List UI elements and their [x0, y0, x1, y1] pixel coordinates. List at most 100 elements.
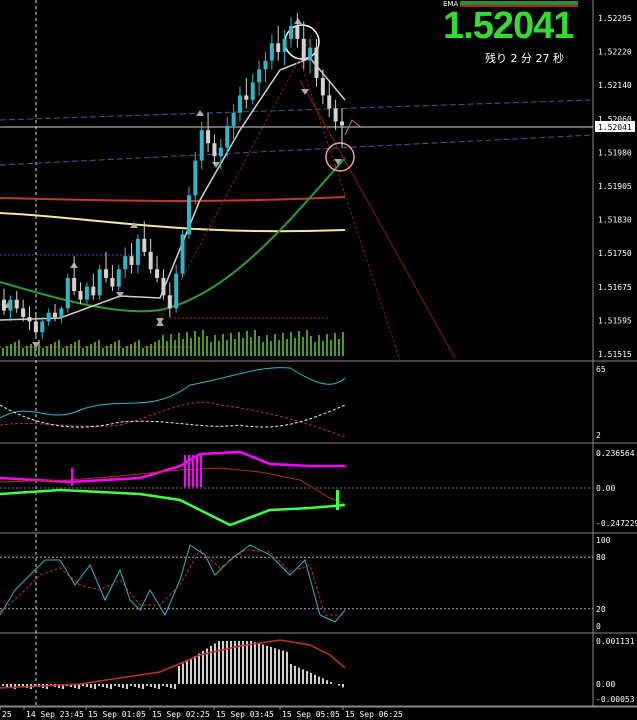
rsi-tick-top: 65 — [596, 365, 606, 374]
price-tick-label: 1.52140 — [598, 81, 632, 90]
volume-bar — [258, 336, 260, 356]
osma-bar — [142, 684, 144, 689]
volume-bar — [322, 341, 324, 356]
osma-bar — [262, 644, 264, 684]
volume-bar — [222, 334, 224, 356]
osma-bar — [314, 674, 316, 684]
osma-bar — [126, 684, 128, 689]
time-tick-label: 15 Sep 06:25 — [345, 710, 403, 719]
volume-bar — [82, 348, 84, 356]
volume-bar — [158, 340, 160, 356]
osma-bar — [326, 680, 328, 684]
candle-body — [244, 95, 249, 100]
osma-bar — [186, 661, 188, 684]
volume-bar — [290, 332, 292, 356]
osma-bar — [294, 665, 296, 684]
osma-bar — [94, 684, 96, 689]
osma-bar — [310, 673, 312, 684]
volume-bar — [166, 341, 168, 356]
candle-body — [295, 25, 300, 39]
macd-spike-bar — [200, 455, 202, 487]
osma-bar — [342, 684, 344, 688]
time-tick-label: 25 — [2, 710, 12, 719]
candle-body — [84, 286, 89, 300]
osma-bar — [218, 641, 220, 684]
candle-body — [46, 312, 51, 322]
volume-bar — [338, 339, 340, 356]
osma-bar — [150, 684, 152, 687]
volume-bar — [10, 344, 12, 356]
macd-spike-bar — [184, 455, 186, 487]
volume-bar — [318, 335, 320, 356]
candle-body — [314, 47, 319, 79]
stoch-tick-label: 20 — [596, 605, 606, 614]
osma-bar — [138, 684, 140, 688]
candle-body — [72, 277, 77, 291]
axis-layer: 1.522951.522201.521401.520601.519801.519… — [0, 14, 637, 719]
annotation-circle-bottom — [325, 142, 355, 172]
stoch-tick-label: 100 — [596, 536, 611, 545]
candle-body — [8, 299, 13, 311]
fractal-down-arrow — [156, 318, 164, 324]
candle-body — [174, 273, 179, 309]
candle-body — [218, 147, 223, 157]
candle-body — [282, 38, 287, 52]
volume-bar — [170, 334, 172, 356]
candle-body — [250, 82, 255, 100]
fan-line-1 — [299, 79, 456, 359]
candle-body — [33, 321, 38, 333]
osma-bar — [278, 649, 280, 684]
volume-bar — [198, 337, 200, 356]
candle-body — [167, 295, 172, 309]
candle-body — [116, 269, 121, 287]
osma-bar — [270, 647, 272, 684]
volume-bar — [86, 346, 88, 356]
osma-bar — [130, 684, 132, 686]
osma-bar — [134, 684, 136, 687]
volume-bar — [50, 344, 52, 356]
price-tick-label: 1.52220 — [598, 48, 632, 57]
volume-bar — [42, 348, 44, 356]
candle-body — [2, 299, 6, 311]
volume-bar — [154, 342, 156, 356]
macd-spike-bar — [192, 455, 194, 487]
volume-bar — [134, 342, 136, 356]
volume-bar — [306, 330, 308, 356]
trading-chart[interactable]: 1.522951.522201.521401.520601.519801.519… — [0, 0, 637, 720]
fractal-up-arrow — [294, 18, 302, 24]
volume-bar — [214, 335, 216, 356]
osma-bar — [222, 641, 224, 684]
rsi-tick-bottom: 2 — [596, 431, 601, 440]
candle-body — [180, 234, 185, 274]
osma-bar — [110, 684, 112, 689]
volume-bar — [302, 337, 304, 356]
candle-body — [288, 25, 293, 39]
osma-bar — [158, 684, 160, 689]
fan-line-2 — [299, 59, 401, 361]
time-tick-label: 15 Sep 02:25 — [152, 710, 210, 719]
osma-bar — [178, 666, 180, 684]
candle-body — [27, 317, 32, 322]
volume-bar — [150, 344, 152, 356]
osma-bar — [190, 658, 192, 684]
candle-body — [199, 130, 204, 161]
candle-body — [276, 43, 281, 52]
osma-bar — [246, 641, 248, 684]
volume-bar — [146, 346, 148, 356]
volume-bar — [282, 333, 284, 356]
osma-bar — [114, 684, 116, 686]
osma-bar — [254, 642, 256, 684]
candle-body — [301, 38, 306, 61]
volume-bar — [218, 341, 220, 356]
volume-bar — [174, 340, 176, 356]
volume-bar — [270, 341, 272, 356]
volume-bar — [262, 342, 264, 356]
volume-bar — [110, 344, 112, 356]
osma-bar — [118, 684, 120, 687]
macd-magenta-line — [0, 450, 345, 484]
rsi-line-red — [0, 401, 346, 438]
volume-bar — [238, 332, 240, 356]
osma-bar — [298, 667, 300, 684]
osma-bar — [266, 645, 268, 684]
osma-bar — [102, 684, 104, 687]
